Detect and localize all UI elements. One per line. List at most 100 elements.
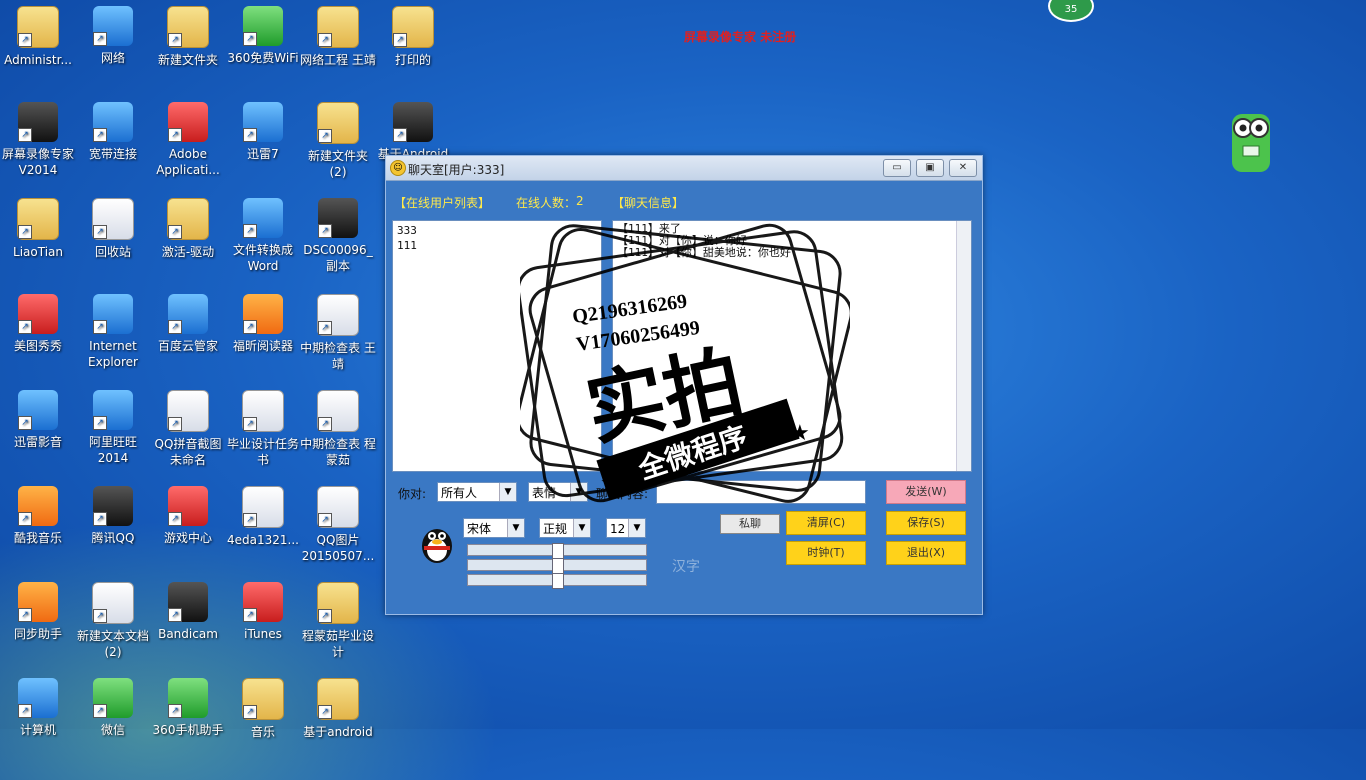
notification-badge[interactable]: 35 bbox=[1048, 0, 1094, 22]
desktop-icon-label: 4eda1321... bbox=[227, 533, 299, 547]
desktop-icon[interactable]: ↗ 4eda1321... bbox=[225, 486, 301, 548]
desktop-icon[interactable]: ↗ LiaoTian bbox=[0, 198, 76, 260]
desktop-icon[interactable]: ↗ 网络 bbox=[75, 6, 151, 66]
chat-content-input[interactable] bbox=[656, 480, 866, 504]
online-count: 2 bbox=[576, 194, 584, 208]
desktop-icon[interactable]: ↗ 迅雷7 bbox=[225, 102, 301, 162]
slider-thumb[interactable] bbox=[552, 573, 564, 589]
desktop-icon-label: 文件转换成Word bbox=[232, 243, 293, 273]
desktop-icon-label: QQ图片20150507... bbox=[301, 533, 375, 563]
user-list-item[interactable]: 111 bbox=[397, 238, 597, 253]
desktop-icon[interactable]: ↗ 百度云管家 bbox=[150, 294, 226, 354]
save-button[interactable]: 保存(S) bbox=[886, 511, 966, 535]
desktop-icon[interactable]: ↗ 中期检查表 程蒙茹 bbox=[300, 390, 376, 468]
minimize-button[interactable]: ▭ bbox=[883, 159, 911, 177]
blue-icon: ↗ bbox=[93, 294, 133, 334]
white-icon: ↗ bbox=[242, 486, 284, 528]
orange-icon: ↗ bbox=[18, 582, 58, 622]
desktop-icon[interactable]: ↗ 回收站 bbox=[75, 198, 151, 260]
chevron-down-icon: ▼ bbox=[570, 483, 587, 501]
shortcut-arrow-icon: ↗ bbox=[93, 609, 107, 623]
desktop-icon-label: 回收站 bbox=[94, 245, 131, 259]
desktop-icon[interactable]: ↗ Adobe Applicati... bbox=[150, 102, 226, 178]
exit-button[interactable]: 退出(X) bbox=[886, 541, 966, 565]
desktop-icon[interactable]: ↗ 计算机 bbox=[0, 678, 76, 738]
shortcut-arrow-icon: ↗ bbox=[318, 33, 332, 47]
desktop-icon[interactable]: ↗ 福昕阅读器 bbox=[225, 294, 301, 354]
desktop-icon[interactable]: ↗ DSC00096_副本 bbox=[300, 198, 376, 274]
desktop-icon[interactable]: ↗ 打印的 bbox=[375, 6, 451, 68]
close-button[interactable]: ✕ bbox=[949, 159, 977, 177]
chat-message-area[interactable]: 【111】来了 【111】对【你】说：你好 【111】对【你】甜美地说：你也好 bbox=[612, 220, 972, 472]
red-icon: ↗ bbox=[18, 294, 58, 334]
private-chat-button[interactable]: 私聊 bbox=[720, 514, 780, 534]
desktop-icon[interactable]: ↗ 新建文件夹 bbox=[150, 6, 226, 68]
white-icon: ↗ bbox=[317, 294, 359, 336]
color-slider-green[interactable] bbox=[467, 558, 647, 574]
clear-button[interactable]: 清屏(C) bbox=[786, 511, 866, 535]
shortcut-arrow-icon: ↗ bbox=[18, 608, 32, 622]
desktop-icon[interactable]: ↗ 微信 bbox=[75, 678, 151, 738]
desktop-icon[interactable]: ↗ 中期检查表 王靖 bbox=[300, 294, 376, 372]
shortcut-arrow-icon: ↗ bbox=[168, 608, 182, 622]
style-select[interactable]: 正规 ▼ bbox=[539, 518, 591, 538]
recipient-select[interactable]: 所有人 ▼ bbox=[437, 482, 517, 502]
font-select[interactable]: 宋体 ▼ bbox=[463, 518, 525, 538]
desktop-icon-label: 新建文本文档 (2) bbox=[76, 629, 149, 659]
desktop-icon[interactable]: ↗ 屏幕录像专家V2014 bbox=[0, 102, 76, 178]
dark-icon: ↗ bbox=[168, 582, 208, 622]
shortcut-arrow-icon: ↗ bbox=[93, 512, 107, 526]
shortcut-arrow-icon: ↗ bbox=[18, 704, 32, 718]
desktop-icon-label: 音乐 bbox=[250, 725, 275, 739]
desktop-icon[interactable]: ↗ 游戏中心 bbox=[150, 486, 226, 546]
desktop-icon[interactable]: ↗ 360免费WiFi bbox=[225, 6, 301, 66]
desktop-icon[interactable]: ↗ 阿里旺旺2014 bbox=[75, 390, 151, 466]
send-button[interactable]: 发送(W) bbox=[886, 480, 966, 504]
desktop-icon[interactable]: ↗ 美图秀秀 bbox=[0, 294, 76, 354]
desktop-icon[interactable]: ↗ 音乐 bbox=[225, 678, 301, 740]
mascot-widget[interactable] bbox=[1228, 108, 1274, 176]
desktop-icon[interactable]: ↗ 新建文件夹 (2) bbox=[300, 102, 376, 180]
color-slider-red[interactable] bbox=[467, 543, 647, 559]
chat-message: 【111】对【你】甜美地说：你也好 bbox=[617, 246, 791, 259]
folder-icon: ↗ bbox=[317, 6, 359, 48]
desktop-icon[interactable]: ↗ iTunes bbox=[225, 582, 301, 642]
desktop-icon[interactable]: ↗ 基于android bbox=[300, 678, 376, 740]
blue-icon: ↗ bbox=[243, 198, 283, 238]
chat-window[interactable]: ☺ 聊天室[用户:333] ▭ ▣ ✕ 【在线用户列表】 在线人数： 2 【聊天… bbox=[385, 155, 983, 615]
online-user-list[interactable]: 333 111 bbox=[392, 220, 602, 472]
desktop-icon[interactable]: ↗ 酷我音乐 bbox=[0, 486, 76, 546]
desktop-icon[interactable]: ↗ 同步助手 bbox=[0, 582, 76, 642]
desktop-icon-label: 打印的 bbox=[394, 53, 431, 67]
size-select[interactable]: 12 ▼ bbox=[606, 518, 646, 538]
desktop-icon[interactable]: ↗ Bandicam bbox=[150, 582, 226, 642]
desktop-icon[interactable]: ↗ 新建文本文档 (2) bbox=[75, 582, 151, 660]
desktop-icon[interactable]: ↗ QQ图片20150507... bbox=[300, 486, 376, 564]
desktop-icon[interactable]: ↗ 360手机助手 bbox=[150, 678, 226, 738]
desktop-icon[interactable]: ↗ 激活-驱动 bbox=[150, 198, 226, 260]
dark-icon: ↗ bbox=[18, 102, 58, 142]
font-preview: 汉字 bbox=[672, 559, 700, 575]
user-list-item[interactable]: 333 bbox=[397, 223, 597, 238]
slider-thumb[interactable] bbox=[552, 543, 564, 559]
chat-scrollbar[interactable] bbox=[956, 221, 971, 471]
clock-button[interactable]: 时钟(T) bbox=[786, 541, 866, 565]
white-icon: ↗ bbox=[317, 486, 359, 528]
blue-icon: ↗ bbox=[93, 6, 133, 46]
desktop-icon[interactable]: ↗ 迅雷影音 bbox=[0, 390, 76, 450]
desktop-icon[interactable]: ↗ 程蒙茹毕业设计 bbox=[300, 582, 376, 660]
color-slider-blue[interactable] bbox=[467, 573, 647, 589]
desktop-icon[interactable]: ↗ 腾讯QQ bbox=[75, 486, 151, 546]
desktop-icon[interactable]: ↗ 文件转换成Word bbox=[225, 198, 301, 274]
desktop-icon[interactable]: ↗ 宽带连接 bbox=[75, 102, 151, 162]
desktop-icon[interactable]: ↗ 网络工程 王靖 bbox=[300, 6, 376, 68]
desktop-icon[interactable]: ↗ Administr... bbox=[0, 6, 76, 68]
title-bar[interactable]: ☺ 聊天室[用户:333] ▭ ▣ ✕ bbox=[386, 156, 982, 181]
slider-thumb[interactable] bbox=[552, 558, 564, 574]
expression-select[interactable]: 表情 ▼ bbox=[528, 482, 588, 502]
maximize-button[interactable]: ▣ bbox=[916, 159, 944, 177]
desktop-icon[interactable]: ↗ Internet Explorer bbox=[75, 294, 151, 370]
blue-icon: ↗ bbox=[18, 390, 58, 430]
desktop-icon[interactable]: ↗ QQ拼音截图未命名 bbox=[150, 390, 226, 468]
desktop-icon[interactable]: ↗ 毕业设计任务书 bbox=[225, 390, 301, 468]
